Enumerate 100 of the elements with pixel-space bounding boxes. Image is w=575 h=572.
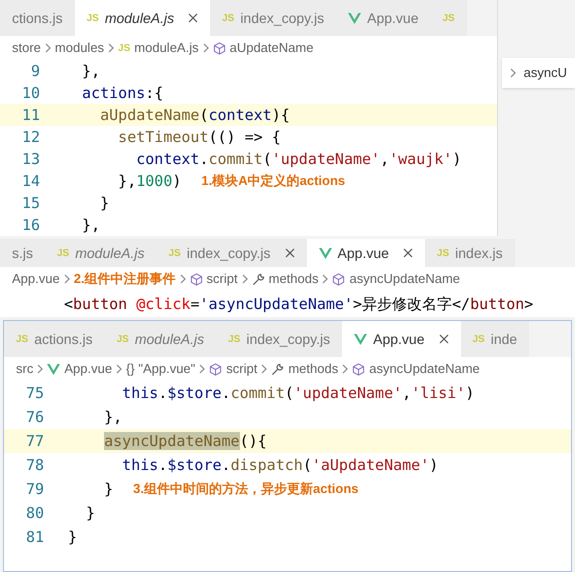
breadcrumb-item[interactable]: asyncUpdateName xyxy=(369,359,480,379)
annotation-text: 3.组件中时间的方法，异步更新actions xyxy=(133,480,359,498)
breadcrumb-item[interactable]: aUpdateName xyxy=(230,38,314,58)
editor-tab[interactable]: JS moduleA.js xyxy=(45,239,156,267)
chevron-icon xyxy=(108,43,114,53)
close-icon[interactable] xyxy=(438,334,448,344)
code-line: 9 }, xyxy=(0,60,497,82)
js-file-icon: JS xyxy=(442,10,455,26)
chevron-icon xyxy=(116,364,122,374)
js-file-icon: JS xyxy=(116,332,129,346)
tab-label: App.vue xyxy=(367,8,418,28)
line-number: 16 xyxy=(20,214,41,236)
code-line: 81 } xyxy=(4,525,571,549)
tab-label: actions.js xyxy=(34,330,93,349)
editor-tab[interactable]: JS inde xyxy=(460,321,530,357)
breadcrumb-item[interactable]: src xyxy=(16,359,34,379)
close-icon[interactable] xyxy=(284,248,295,258)
line-number: 76 xyxy=(24,406,45,428)
chevron-icon xyxy=(242,274,248,284)
annotation-text: 2.组件中注册事件 xyxy=(74,270,176,288)
v-logo-icon xyxy=(348,12,362,24)
breadcrumb-item[interactable]: App.vue xyxy=(64,359,112,379)
tab-label: ctions.js xyxy=(12,8,63,28)
editor-tab[interactable]: App.vue xyxy=(306,239,425,267)
peek-box: asyncU xyxy=(502,58,575,88)
line-number: 9 xyxy=(30,60,41,82)
editor-tab[interactable]: JS actions.js xyxy=(4,321,105,357)
v-logo-icon xyxy=(47,364,60,374)
editor-tab[interactable]: JS index_copy.js xyxy=(210,0,336,36)
chevron-icon xyxy=(322,274,328,284)
line-number: 79 xyxy=(24,478,45,500)
code-line: 12 setTimeout(() => { xyxy=(0,126,497,148)
editor-tab[interactable]: s.js xyxy=(0,239,45,267)
chevron-icon xyxy=(64,274,70,284)
line-number: 77 xyxy=(24,430,45,452)
js-file-icon: JS xyxy=(57,246,70,260)
breadcrumb-item[interactable]: modules xyxy=(54,38,104,58)
cube-icon xyxy=(190,272,203,286)
cube-icon xyxy=(212,42,226,54)
js-file-icon: JS xyxy=(86,10,99,26)
editor-tab[interactable]: JS moduleA.js xyxy=(104,321,216,357)
js-file-icon: JS xyxy=(118,40,130,56)
editor-tab[interactable]: JS index_copy.js xyxy=(156,239,307,267)
close-icon[interactable] xyxy=(402,248,413,258)
breadcrumb-item[interactable]: store xyxy=(12,38,41,58)
tab-label: moduleA.js xyxy=(134,330,204,349)
tab-label: index_copy.js xyxy=(186,244,271,263)
tab-label: index_copy.js xyxy=(246,330,330,349)
line-number: 12 xyxy=(20,126,41,148)
js-file-icon: JS xyxy=(436,246,450,260)
breadcrumb-item[interactable]: script xyxy=(226,359,258,379)
breadcrumb-item[interactable]: {} "App.vue" xyxy=(126,359,196,379)
chevron-icon xyxy=(180,274,186,284)
tab-label: index.js xyxy=(455,244,503,263)
editor-tab[interactable]: JS index_copy.js xyxy=(216,321,342,357)
line-number: 15 xyxy=(20,192,41,214)
wrench-icon xyxy=(271,362,284,376)
code-line: 14 },1000) 1.模块A中定义的actions xyxy=(0,170,497,192)
code-line: 79 } 3.组件中时间的方法，异步更新actions xyxy=(4,477,571,501)
line-number: 80 xyxy=(24,502,45,524)
tab-label: index_copy.js xyxy=(240,8,324,28)
code-line: 78 this.$store.dispatch('aUpdateName') xyxy=(4,453,571,477)
code-line: 76 }, xyxy=(4,405,571,429)
cube-icon xyxy=(352,362,366,376)
editor-tab[interactable]: App.vue xyxy=(336,0,430,36)
chevron-icon xyxy=(44,43,51,53)
line-number: 13 xyxy=(20,148,41,170)
breadcrumb-item[interactable]: App.vue xyxy=(12,269,60,289)
tab-label: moduleA.js xyxy=(104,8,174,28)
breadcrumb-item[interactable]: methods xyxy=(288,359,338,379)
cube-icon xyxy=(209,362,222,376)
tab-label: App.vue xyxy=(373,330,424,349)
js-file-icon: JS xyxy=(168,246,181,260)
code-line: 15 } xyxy=(0,192,497,214)
editor-tab[interactable]: JS moduleA.js xyxy=(74,0,210,36)
v-logo-icon xyxy=(318,248,332,258)
breadcrumb-item[interactable]: methods xyxy=(268,269,318,289)
line-number: 11 xyxy=(20,104,41,126)
chevron-icon xyxy=(37,364,44,374)
code-line: <button @click='asyncUpdateName'>异步修改名字</button> xyxy=(63,294,534,315)
js-file-icon: JS xyxy=(16,332,28,346)
wrench-icon xyxy=(252,272,265,286)
breadcrumb-item[interactable]: script xyxy=(206,269,238,289)
chevron-icon xyxy=(199,364,206,374)
chevron-icon xyxy=(202,43,209,53)
breadcrumb-item[interactable]: asyncUpdateName xyxy=(349,269,460,289)
tab-label: moduleA.js xyxy=(75,244,144,263)
breadcrumb-item[interactable]: moduleA.js xyxy=(134,38,199,58)
cube-icon xyxy=(332,272,346,286)
chevron-icon xyxy=(510,68,516,78)
chevron-icon xyxy=(342,364,348,374)
tab-label: inde xyxy=(490,330,518,348)
editor-tab[interactable]: ctions.js xyxy=(0,0,75,36)
line-number: 14 xyxy=(20,170,41,192)
chevron-icon xyxy=(261,364,268,374)
close-icon[interactable] xyxy=(188,13,198,23)
line-number: 81 xyxy=(24,526,45,548)
editor-tab[interactable]: JS index.js xyxy=(424,239,515,267)
v-logo-icon xyxy=(354,334,368,344)
editor-tab[interactable]: App.vue xyxy=(342,321,460,357)
